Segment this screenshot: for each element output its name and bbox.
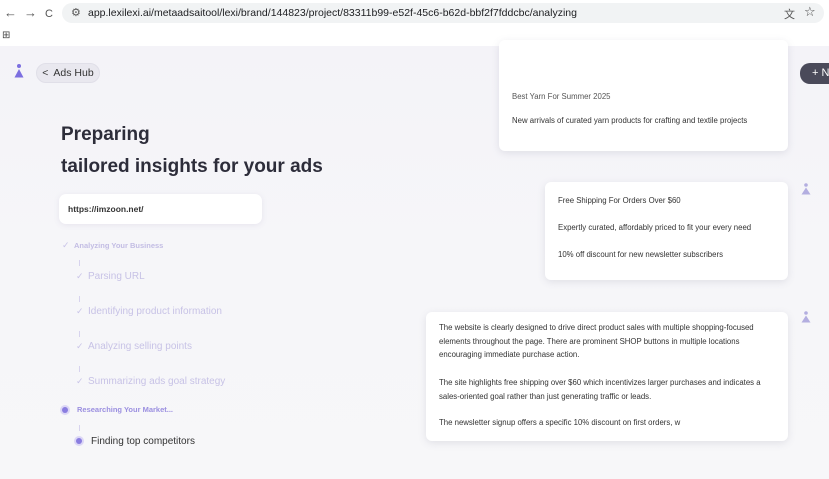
- bookmark-star-icon[interactable]: ☆: [804, 4, 816, 20]
- app-main: < Ads Hub + N Preparing tailored insight…: [0, 40, 829, 479]
- step-analyzing-selling-points: ✓ Analyzing selling points: [76, 341, 192, 352]
- step-parsing-url: ✓ Parsing URL: [76, 271, 145, 282]
- goal-analysis-card: The website is clearly designed to drive…: [426, 312, 788, 441]
- forward-arrow-icon[interactable]: →: [24, 5, 37, 21]
- step-connector: [79, 296, 80, 302]
- step-connector: [79, 366, 80, 372]
- selling-point: 10% off discount for new newsletter subs…: [558, 250, 723, 259]
- analysis-paragraph: The newsletter signup offers a specific …: [439, 418, 681, 427]
- chevron-left-icon: <: [42, 67, 49, 79]
- lexi-assistant-icon: [801, 183, 811, 195]
- analysis-paragraph: The site highlights free shipping over $…: [439, 378, 761, 401]
- step-researching-market: Researching Your Market...: [62, 405, 173, 414]
- apps-grid-icon[interactable]: ⊞: [2, 30, 10, 41]
- check-icon: ✓: [62, 240, 70, 250]
- selling-point: Free Shipping For Orders Over $60: [558, 196, 681, 205]
- analyzed-url-card: https://imzoon.net/: [59, 194, 262, 224]
- ads-hub-back-button[interactable]: < Ads Hub: [36, 63, 100, 83]
- step-identifying-product: ✓ Identifying product information: [76, 306, 222, 317]
- url-text[interactable]: app.lexilexi.ai/metaadsaitool/lexi/brand…: [88, 7, 577, 19]
- browser-toolbar: ← → C ⚙ app.lexilexi.ai/metaadsaitool/le…: [0, 0, 829, 26]
- active-dot-icon: [62, 407, 68, 414]
- site-settings-icon[interactable]: ⚙: [71, 6, 81, 19]
- check-icon: ✓: [76, 376, 84, 386]
- step-finding-competitors: Finding top competitors: [76, 436, 195, 447]
- card-headline: Best Yarn For Summer 2025: [512, 92, 611, 101]
- page-title-line2: tailored insights for your ads: [61, 156, 323, 177]
- address-bar[interactable]: ⚙ app.lexilexi.ai/metaadsaitool/lexi/bra…: [62, 3, 824, 23]
- selling-points-card: Free Shipping For Orders Over $60 Expert…: [545, 182, 788, 280]
- check-icon: ✓: [76, 306, 84, 316]
- active-dot-icon: [76, 438, 82, 445]
- ad-headline-card: Best Yarn For Summer 2025 New arrivals o…: [499, 40, 788, 151]
- step-summarizing-goal: ✓ Summarizing ads goal strategy: [76, 376, 226, 387]
- card-description: New arrivals of curated yarn products fo…: [512, 116, 748, 125]
- new-button[interactable]: + N: [800, 63, 829, 84]
- check-icon: ✓: [76, 271, 84, 281]
- translate-icon[interactable]: 文: [784, 6, 795, 22]
- ads-hub-label: Ads Hub: [53, 67, 94, 79]
- selling-point: Expertly curated, affordably priced to f…: [558, 223, 752, 232]
- analysis-paragraph: The website is clearly designed to drive…: [439, 323, 754, 359]
- lexi-logo-icon[interactable]: [14, 64, 24, 78]
- back-arrow-icon[interactable]: ←: [4, 5, 17, 21]
- page-title-line1: Preparing: [61, 124, 150, 145]
- reload-icon[interactable]: C: [45, 6, 53, 22]
- step-connector: [79, 425, 80, 431]
- lexi-assistant-icon: [801, 311, 811, 323]
- step-connector: [79, 260, 80, 266]
- check-icon: ✓: [76, 341, 84, 351]
- step-analyzing-business: ✓ Analyzing Your Business: [62, 240, 164, 250]
- step-connector: [79, 331, 80, 337]
